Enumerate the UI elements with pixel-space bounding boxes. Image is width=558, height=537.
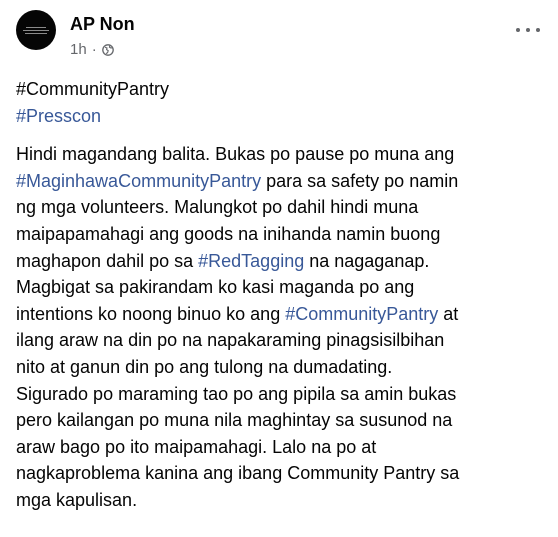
meta-separator: · xyxy=(91,41,97,58)
body-line: intentions ko noong binuo ko ang #Commun… xyxy=(16,301,546,328)
avatar[interactable] xyxy=(16,10,56,50)
author-name[interactable]: AP Non xyxy=(70,14,135,35)
body-line: ng mga volunteers. Malungkot po dahil hi… xyxy=(16,197,419,218)
globe-icon[interactable] xyxy=(101,43,114,56)
hashtag-community-pantry-inline[interactable]: #CommunityPantry xyxy=(285,304,438,324)
body-line: Hindi magandang balita. Bukas po pause p… xyxy=(16,144,455,165)
body-line: mga kapulisan. xyxy=(16,489,138,510)
hashtag-presscon[interactable]: #Presscon xyxy=(16,106,101,126)
post-header: AP Non 1h · xyxy=(0,0,558,70)
body-text: intentions ko noong binuo ko ang xyxy=(16,303,286,324)
body-text: na nagaganap. xyxy=(304,250,430,271)
avatar-logo-line xyxy=(23,29,49,31)
hashtag-community-pantry[interactable]: #CommunityPantry xyxy=(16,79,169,99)
body-line: araw bago po ito maipamahagi. Lalo na po… xyxy=(16,436,377,457)
more-horizontal-icon-dot xyxy=(516,28,520,32)
body-line: nagkaproblema kanina ang ibang Community… xyxy=(16,463,460,484)
body-text: para sa safety po namin xyxy=(261,170,459,191)
body-line: maipapamahagi ang goods na inihanda nami… xyxy=(16,223,441,244)
body-line: maghapon dahil po sa #RedTagging na naga… xyxy=(16,248,546,275)
body-line: ilang araw na din po na napakaraming pin… xyxy=(16,330,445,351)
post-body: #CommunityPantry #Presscon Hindi maganda… xyxy=(16,76,546,514)
hashtag-redtagging[interactable]: #RedTagging xyxy=(198,251,304,271)
post-meta: 1h · xyxy=(70,41,114,58)
body-line: Sigurado po maraming tao po ang pipila s… xyxy=(16,383,457,404)
body-text: maghapon dahil po sa xyxy=(16,250,199,271)
post-time[interactable]: 1h xyxy=(70,41,87,58)
body-line: #MaginhawaCommunityPantry para sa safety… xyxy=(16,168,546,195)
more-horizontal-icon-dot xyxy=(536,28,540,32)
avatar-logo-line xyxy=(26,26,46,28)
more-horizontal-icon-dot xyxy=(526,28,530,32)
hashtag-maginhawa[interactable]: #MaginhawaCommunityPantry xyxy=(16,171,261,191)
avatar-logo-line xyxy=(25,32,47,34)
body-line: pero kailangan po muna nila maghintay sa… xyxy=(16,410,453,431)
hashtag-line: #Presscon xyxy=(16,103,546,130)
hashtag-line: #CommunityPantry xyxy=(16,76,546,103)
more-options-button[interactable] xyxy=(516,22,540,38)
body-text: at xyxy=(438,303,459,324)
body-line: Magbigat sa pakirandam ko kasi maganda p… xyxy=(16,277,415,298)
body-line: nito at ganun din po ang tulong na dumad… xyxy=(16,356,393,377)
